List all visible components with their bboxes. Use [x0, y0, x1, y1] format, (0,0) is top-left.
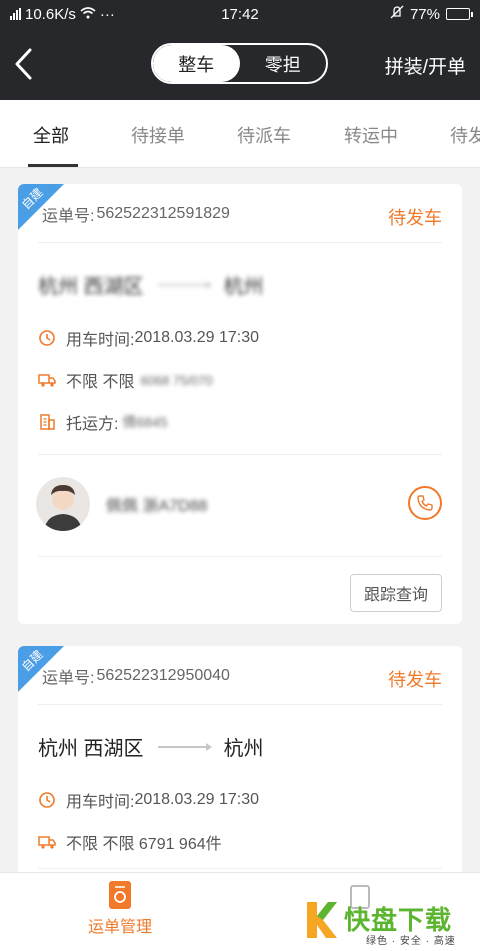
- back-button[interactable]: [10, 46, 42, 82]
- mode-segment-control: 整车 零担: [151, 43, 328, 84]
- nav-bar: 整车 零担 拼装/开单: [0, 28, 480, 100]
- brand-tagline: 绿色 · 安全 · 高速: [366, 936, 456, 947]
- vehicle-row: 不限 不限 6791 964件: [38, 830, 222, 854]
- wifi-icon: [80, 6, 96, 23]
- route: 杭州 西湖区 杭州: [38, 732, 264, 761]
- route-origin: 杭州 西湖区: [38, 276, 144, 298]
- use-time-row: 用车时间: 2018.03.29 17:30: [38, 326, 259, 350]
- route-origin: 杭州 西湖区: [38, 738, 144, 760]
- assemble-order-button[interactable]: 拼装/开单: [385, 52, 466, 79]
- order-status: 待发车: [388, 670, 442, 690]
- driver-row: 佩佩 浙A7D88: [36, 474, 442, 534]
- use-time-label: 用车时间:: [66, 332, 135, 349]
- truck-icon: [38, 371, 56, 389]
- bottom-tab-label: 运单管理: [87, 919, 152, 936]
- building-icon: [38, 413, 56, 431]
- vehicle-spec: 不限 不限: [66, 374, 135, 391]
- status-bar: 10.6K/s ··· 17:42 77%: [0, 0, 480, 28]
- divider: [38, 704, 442, 705]
- use-time-row: 用车时间: 2018.03.29 17:30: [38, 788, 259, 812]
- status-right: 77%: [390, 5, 473, 23]
- brand-k-icon: [307, 902, 337, 938]
- driver-avatar: [36, 477, 90, 531]
- watermark-logo: 快盘下载 绿色 · 安全 · 高速: [304, 898, 474, 948]
- track-query-button[interactable]: 跟踪查询: [350, 574, 442, 612]
- vehicle-detail: 6068 75/070: [140, 372, 213, 388]
- bottom-tab-waybill-management[interactable]: 运单管理: [60, 881, 180, 937]
- waybill-label: 运单号:: [42, 208, 95, 225]
- shipper-label: 托运方:: [66, 416, 119, 433]
- truck-icon: [38, 833, 56, 851]
- waybill-number: 562522312950040: [96, 667, 230, 684]
- status-left: 10.6K/s ···: [10, 6, 390, 23]
- use-time-value: 2018.03.29 17:30: [134, 791, 260, 808]
- route: 杭州 西湖区 杭州: [38, 270, 264, 299]
- route-arrow-icon: [157, 742, 212, 751]
- battery-percent: 77%: [409, 5, 440, 23]
- divider: [38, 868, 442, 869]
- waybill-label: 运单号:: [42, 670, 95, 687]
- phone-icon: [417, 495, 433, 511]
- chevron-left-icon: [15, 48, 32, 80]
- tab-awaiting-departure[interactable]: 待发: [450, 122, 480, 148]
- waybill-number: 562522312591829: [96, 205, 230, 222]
- route-arrow-icon: [157, 280, 212, 289]
- route-destination: 杭州: [223, 738, 264, 760]
- waybill-icon: [109, 881, 131, 909]
- mute-icon: [390, 5, 404, 23]
- waybill-row: 运单号: 562522312950040 待发车: [42, 664, 442, 690]
- status-tabs: 全部 待接单 待派车 转运中 待发: [0, 100, 480, 168]
- order-card[interactable]: 自建 运单号: 562522312591829 待发车 杭州 西湖区 杭州 用车…: [18, 184, 462, 624]
- tab-indicator: [28, 164, 78, 167]
- signal-icon: [10, 8, 21, 20]
- waybill-row: 运单号: 562522312591829 待发车: [42, 202, 442, 228]
- battery-icon: [446, 8, 473, 20]
- more-dots: ···: [99, 5, 115, 23]
- vehicle-row: 不限 不限 6068 75/070: [38, 368, 213, 392]
- divider: [38, 556, 442, 557]
- divider: [38, 242, 442, 243]
- tab-in-transit[interactable]: 转运中: [344, 122, 398, 148]
- segment-full-truck[interactable]: 整车: [153, 45, 240, 82]
- route-destination: 杭州: [223, 276, 264, 298]
- network-speed: 10.6K/s: [25, 5, 76, 23]
- divider: [38, 454, 442, 455]
- shipper-row: 托运方: 倩6845: [38, 410, 168, 434]
- tab-awaiting-accept[interactable]: 待接单: [131, 122, 185, 148]
- clock-icon: [38, 791, 56, 809]
- use-time-value: 2018.03.29 17:30: [134, 329, 260, 346]
- order-card[interactable]: 自建 运单号: 562522312950040 待发车 杭州 西湖区 杭州 用车…: [18, 646, 462, 886]
- call-driver-button[interactable]: [408, 486, 442, 520]
- vehicle-spec: 不限 不限 6791 964件: [66, 836, 222, 853]
- tab-awaiting-dispatch[interactable]: 待派车: [237, 122, 291, 148]
- clock-icon: [38, 329, 56, 347]
- segment-less-than-truckload[interactable]: 零担: [240, 45, 327, 82]
- order-status: 待发车: [388, 208, 442, 228]
- driver-name-plate: 佩佩 浙A7D88: [106, 498, 208, 515]
- shipper-name: 倩6845: [122, 414, 168, 430]
- tab-all[interactable]: 全部: [33, 122, 69, 148]
- use-time-label: 用车时间:: [66, 794, 135, 811]
